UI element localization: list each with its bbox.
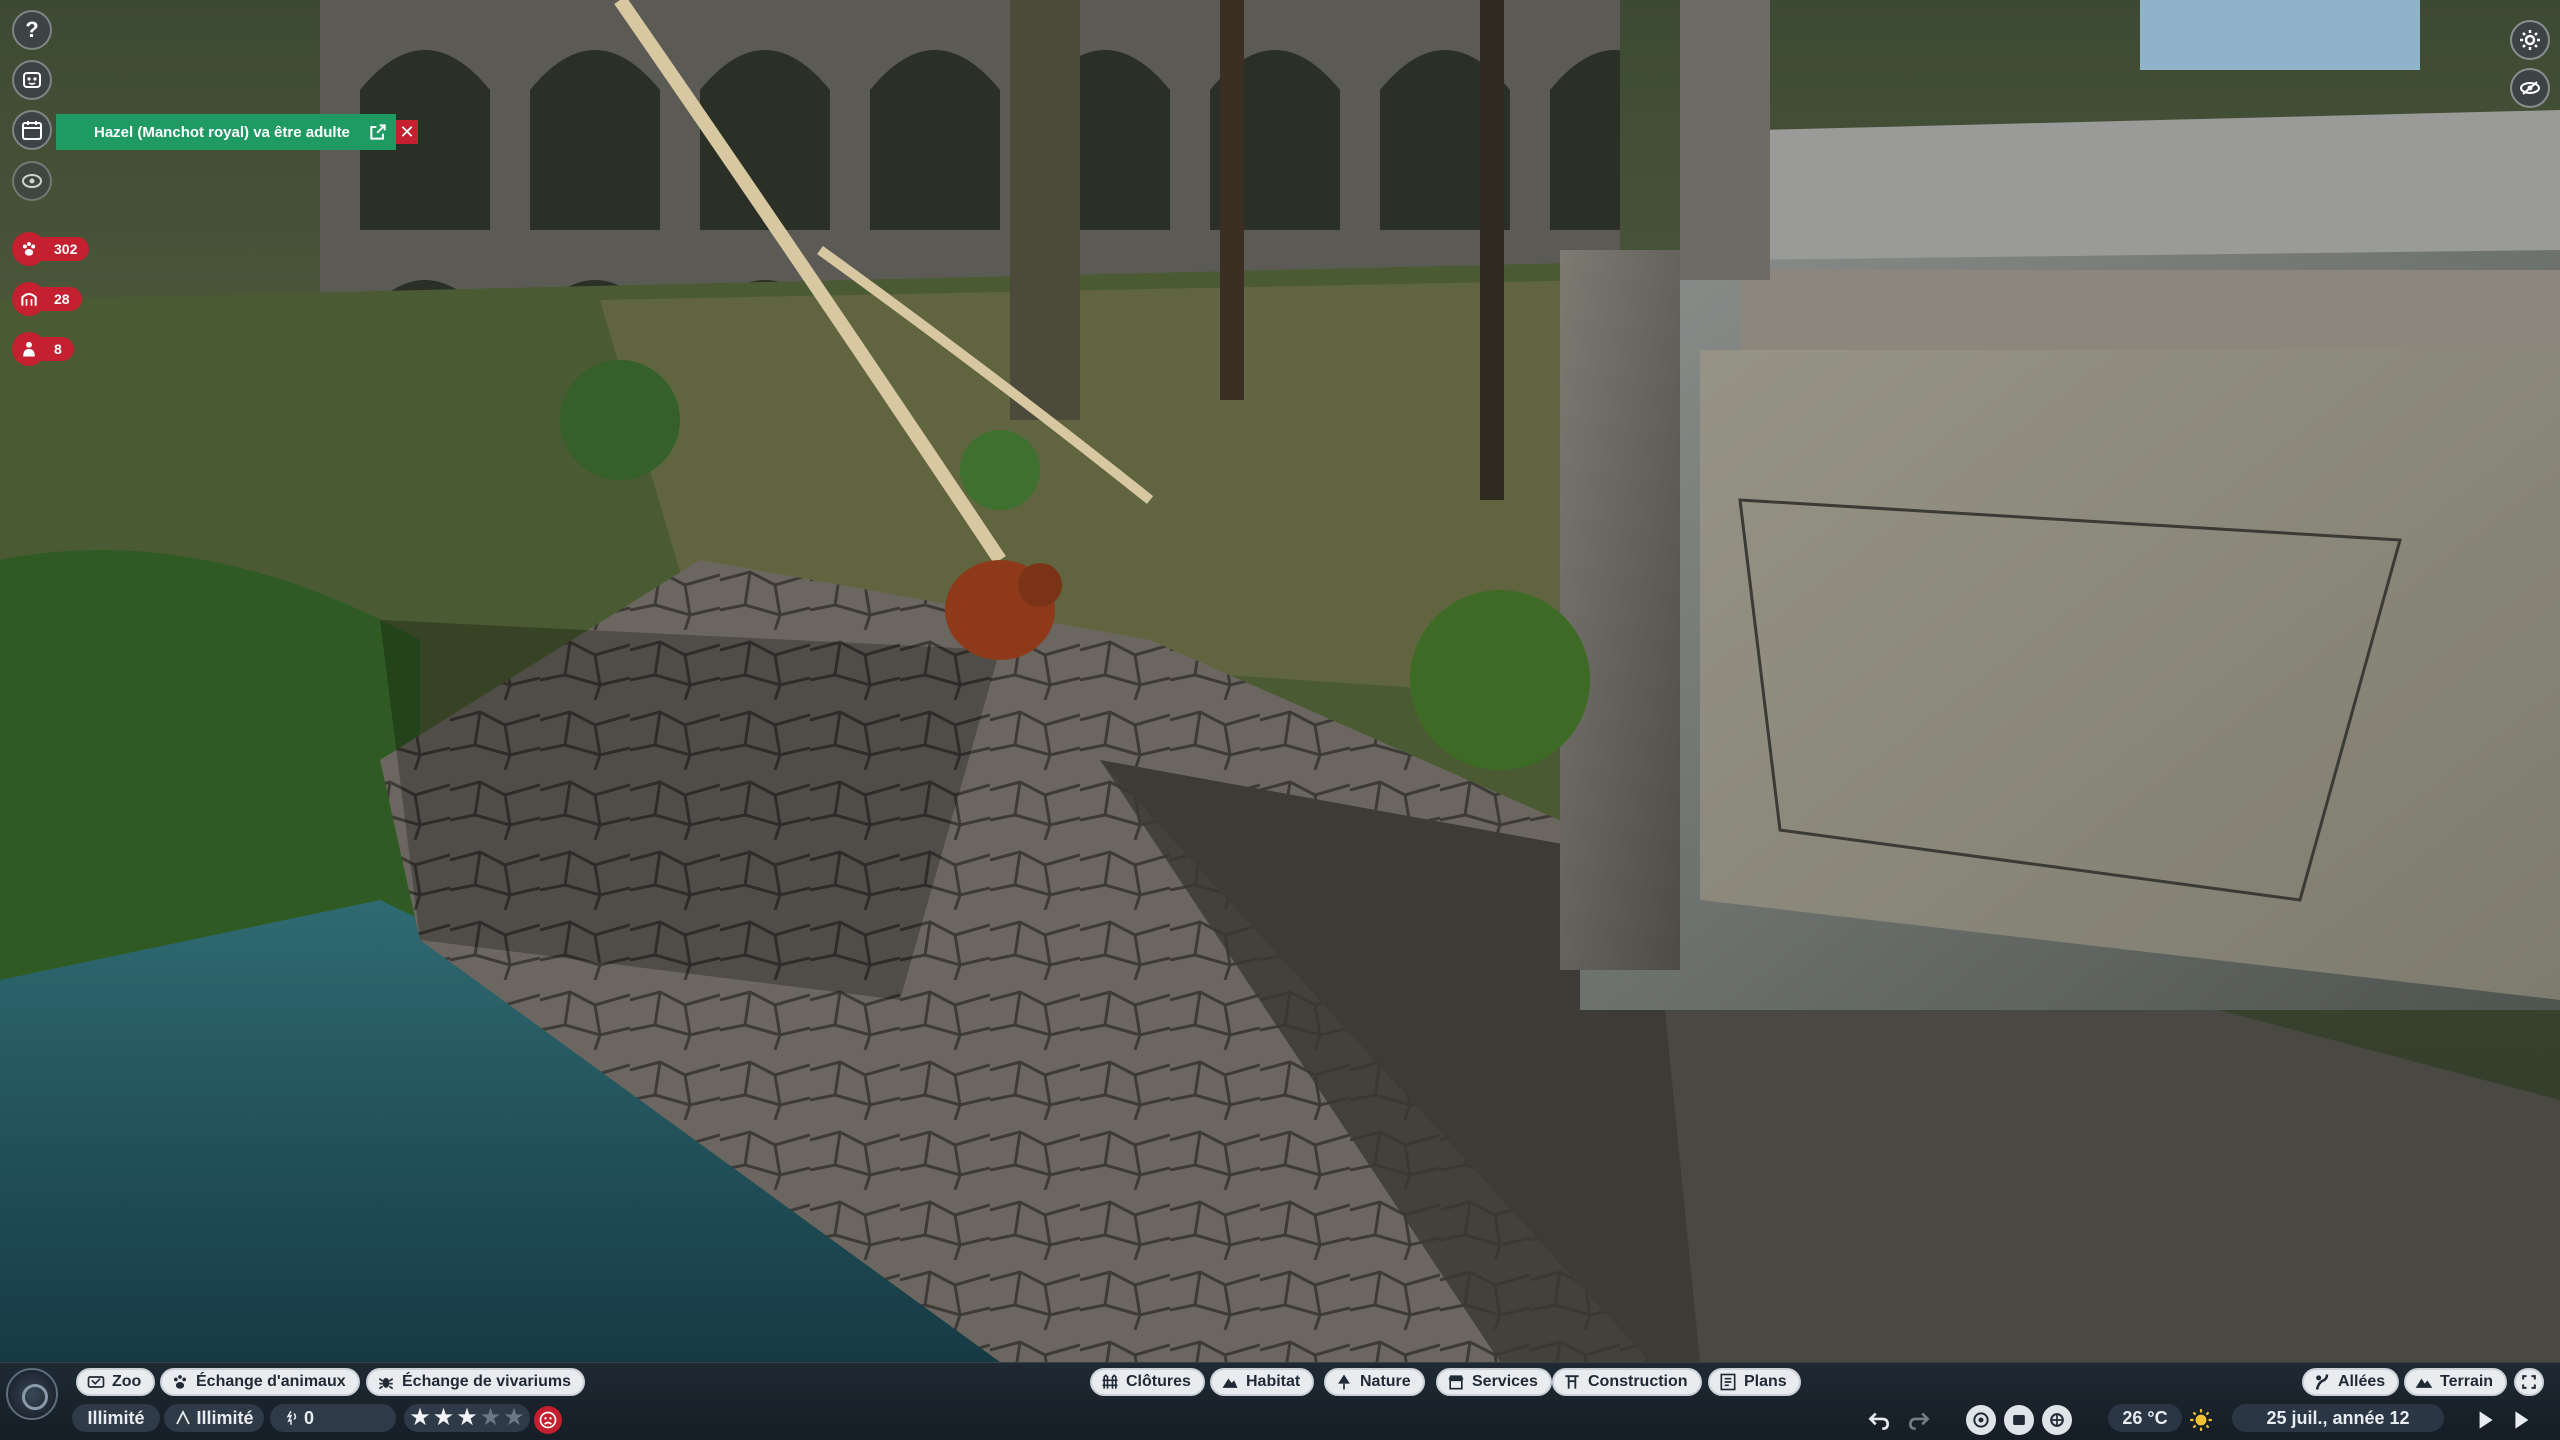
star-filled-icon: ★	[409, 1404, 431, 1431]
guest-mood-icon[interactable]	[534, 1406, 562, 1434]
camera-view-icon	[2520, 81, 2540, 95]
tab-construction[interactable]: Construction	[1552, 1368, 1702, 1396]
conservation-icon	[286, 1410, 297, 1425]
tab-services-label: Services	[1472, 1373, 1538, 1390]
overlay-button[interactable]	[2004, 1405, 2034, 1435]
expand-icon	[2522, 1375, 2536, 1389]
research-value: Illimité	[196, 1407, 254, 1428]
tab-animal-exchange-label: Échange d'animaux	[196, 1373, 346, 1390]
photo-mode-button[interactable]	[1966, 1405, 1996, 1435]
undo-icon	[1868, 1412, 1889, 1430]
path-icon	[2315, 1374, 2329, 1390]
heatmap-button[interactable]	[2042, 1405, 2072, 1435]
bug-icon	[378, 1377, 394, 1390]
zoo-icon	[87, 1376, 105, 1388]
tab-blueprints-label: Plans	[1744, 1373, 1787, 1390]
fast-forward-icon	[2515, 1411, 2529, 1429]
redo-icon	[1909, 1412, 1930, 1430]
scene-render	[0, 0, 2560, 1362]
eye-icon	[22, 174, 42, 188]
money-status[interactable]: Illimité	[72, 1404, 160, 1432]
close-icon: ✕	[399, 121, 415, 142]
star-empty-icon: ★	[503, 1404, 525, 1431]
date-display: 25 juil., année 12	[2232, 1404, 2444, 1432]
terrain-icon	[2415, 1378, 2433, 1388]
tab-blueprints[interactable]: Plans	[1708, 1368, 1801, 1396]
tab-fences[interactable]: Clôtures	[1090, 1368, 1205, 1396]
tab-paths[interactable]: Allées	[2302, 1368, 2400, 1396]
blueprint-icon	[1720, 1373, 1736, 1391]
play-speed-button[interactable]	[2470, 1405, 2500, 1435]
external-link-icon	[370, 124, 386, 140]
tab-vivarium-exchange-label: Échange de vivariums	[402, 1373, 571, 1390]
star-filled-icon: ★	[456, 1404, 478, 1431]
tab-vivarium-exchange[interactable]: Échange de vivariums	[366, 1368, 585, 1396]
tab-animal-exchange[interactable]: Échange d'animaux	[160, 1368, 360, 1396]
star-filled-icon: ★	[432, 1404, 455, 1431]
tree-icon	[1338, 1374, 1350, 1390]
habitat-icon	[1222, 1378, 1238, 1388]
tab-zoo[interactable]: Zoo	[76, 1368, 156, 1396]
money-value: Illimité	[87, 1407, 145, 1428]
tab-paths-label: Allées	[2338, 1373, 2386, 1390]
paw-icon	[12, 232, 46, 266]
paw-icon	[174, 1375, 186, 1389]
temperature-value: 26 °C	[2122, 1407, 2168, 1428]
visibility-button[interactable]	[12, 161, 52, 201]
tab-zoo-label: Zoo	[112, 1373, 142, 1390]
animal-icon	[23, 72, 41, 88]
staff-icon	[12, 332, 46, 366]
animals-overview-button[interactable]	[12, 60, 52, 100]
undo-button[interactable]	[1864, 1405, 1894, 1435]
help-button[interactable]: ?	[12, 10, 52, 50]
sun-icon	[2190, 1409, 2212, 1431]
staff-count-stat[interactable]: 8	[12, 332, 74, 366]
tab-fences-label: Clôtures	[1126, 1373, 1191, 1390]
conservation-status[interactable]: 0	[270, 1404, 396, 1432]
tab-construction-label: Construction	[1588, 1373, 1688, 1390]
game-viewport[interactable]	[0, 0, 2560, 1440]
guest-count-stat[interactable]: 28	[12, 282, 82, 316]
tab-habitat[interactable]: Habitat	[1210, 1368, 1315, 1396]
date-value: 25 juil., année 12	[2266, 1407, 2410, 1428]
calendar-icon	[22, 121, 42, 140]
research-status[interactable]: Illimité	[164, 1404, 264, 1432]
fast-forward-button[interactable]	[2508, 1405, 2538, 1435]
calendar-button[interactable]	[12, 110, 52, 150]
fence-icon	[1102, 1374, 1118, 1389]
expand-toolbar-button[interactable]	[2514, 1368, 2544, 1396]
camera-mode-button[interactable]	[2510, 68, 2550, 108]
tab-terrain[interactable]: Terrain	[2404, 1368, 2508, 1396]
entrance-gate-icon	[12, 282, 46, 316]
rating-stars: ★ ★ ★ ★ ★	[409, 1406, 525, 1430]
shop-icon	[1448, 1375, 1464, 1390]
settings-button[interactable]	[2510, 20, 2550, 60]
photo-icon	[1973, 1412, 1989, 1428]
temperature-display: 26 °C	[2108, 1404, 2182, 1432]
notification-close-button[interactable]: ✕	[396, 120, 418, 144]
gear-icon	[2520, 30, 2540, 50]
notification-message: Hazel (Manchot royal) va être adulte	[94, 123, 350, 141]
sad-face-icon	[539, 1411, 557, 1429]
tab-habitat-label: Habitat	[1246, 1373, 1301, 1390]
zoo-rating[interactable]: ★ ★ ★ ★ ★	[404, 1404, 530, 1432]
tab-nature[interactable]: Nature	[1324, 1368, 1425, 1396]
notification-open-button[interactable]	[360, 114, 396, 150]
animal-count-stat[interactable]: 302	[12, 232, 90, 266]
construction-icon	[1565, 1375, 1579, 1389]
heatmap-icon	[2050, 1413, 2064, 1427]
research-icon	[176, 1409, 191, 1425]
weather-indicator	[2186, 1405, 2216, 1435]
main-menu-button[interactable]	[6, 1368, 58, 1420]
redo-button[interactable]	[1904, 1405, 1934, 1435]
question-icon: ?	[25, 17, 39, 42]
notification-banner[interactable]: Hazel (Manchot royal) va être adulte ✕	[56, 114, 418, 150]
tab-nature-label: Nature	[1360, 1373, 1411, 1390]
conservation-value: 0	[304, 1407, 315, 1428]
tab-services[interactable]: Services	[1436, 1368, 1552, 1396]
star-empty-icon: ★	[479, 1404, 502, 1431]
tab-terrain-label: Terrain	[2440, 1373, 2494, 1390]
overlay-icon	[2013, 1415, 2025, 1425]
play-icon	[2479, 1411, 2493, 1429]
